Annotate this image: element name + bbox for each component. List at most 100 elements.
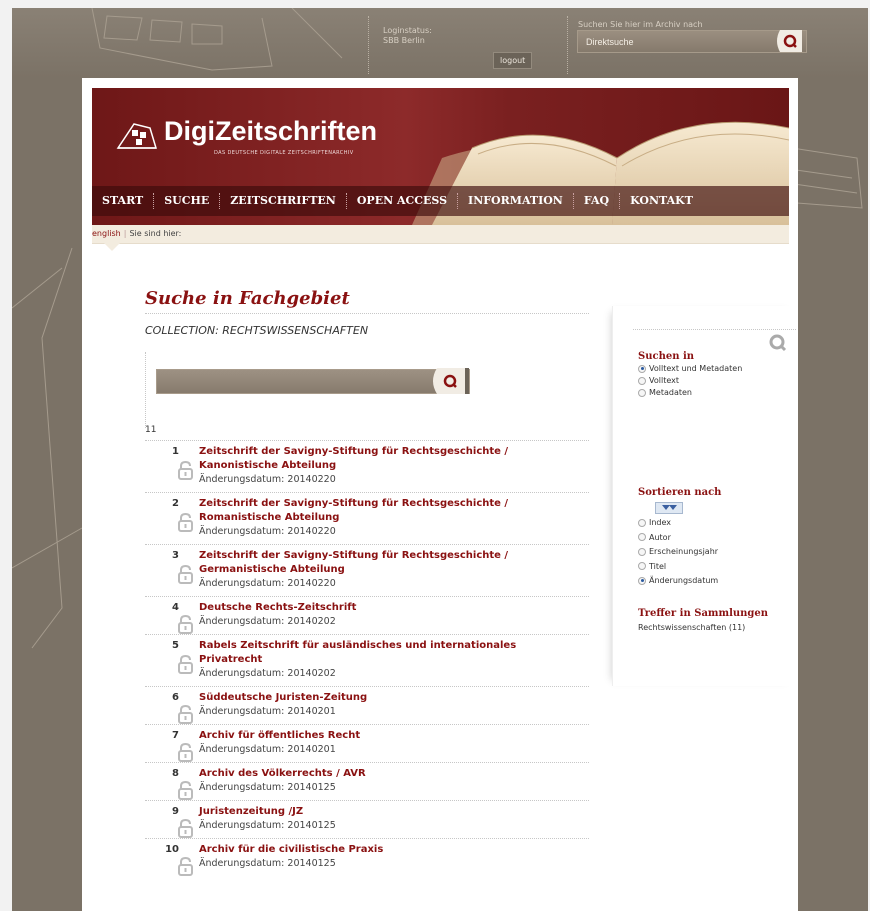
radio-button[interactable] (638, 388, 646, 397)
breadcrumb: english | Sie sind hier: (92, 225, 789, 244)
direct-search-input[interactable] (584, 34, 758, 50)
login-user: SBB Berlin (383, 36, 425, 45)
result-number: 7 (172, 730, 179, 741)
login-status: Loginstatus: SBB Berlin logout (368, 16, 568, 74)
result-title-link[interactable]: Süddeutsche Juristen-Zeitung (199, 691, 579, 705)
open-lock-icon (178, 513, 193, 532)
language-switch-link[interactable]: english (92, 229, 121, 238)
result-title-link[interactable]: Zeitschrift der Savigny-Stiftung für Rec… (199, 549, 579, 577)
search-in-heading: Suchen in (638, 351, 695, 362)
search-icon[interactable] (774, 28, 802, 54)
search-icon (769, 334, 787, 352)
radio-button[interactable] (638, 547, 646, 556)
page-background: Loginstatus: SBB Berlin logout Suchen Si… (12, 8, 868, 911)
open-lock-icon (178, 819, 193, 838)
result-title-link[interactable]: Archiv für öffentliches Recht (199, 729, 579, 743)
result-date: Änderungsdatum: 20140220 (199, 526, 336, 537)
title-divider (145, 313, 589, 314)
search-in-option-label: Volltext und Metadaten (649, 364, 743, 373)
nav-kontakt[interactable]: KONTAKT (620, 193, 703, 209)
result-title-link[interactable]: Archiv des Völkerrechts / AVR (199, 767, 579, 781)
radio-button[interactable] (638, 364, 646, 373)
radio-button[interactable] (638, 376, 646, 385)
logo-text: DigiZeitschriften (164, 116, 378, 146)
sort-option[interactable]: Index (638, 518, 671, 527)
radio-button[interactable] (638, 518, 646, 527)
result-number: 2 (172, 498, 179, 509)
sort-option[interactable]: Titel (638, 562, 666, 571)
open-lock-icon (178, 705, 193, 724)
result-date: Änderungsdatum: 20140125 (199, 782, 336, 793)
nav-information[interactable]: INFORMATION (458, 193, 574, 209)
date-label: Änderungsdatum: (199, 744, 285, 755)
open-lock-icon (178, 461, 193, 480)
result-title-link[interactable]: Deutsche Rechts-Zeitschrift (199, 601, 579, 615)
date-value: 20140220 (287, 526, 336, 537)
date-label: Änderungsdatum: (199, 858, 285, 869)
open-lock-icon (178, 655, 193, 674)
list-item: 5 Rabels Zeitschrift für ausländisches un… (145, 634, 589, 686)
result-date: Änderungsdatum: 20140201 (199, 744, 336, 755)
sort-option[interactable]: Autor (638, 533, 671, 542)
radio-button[interactable] (638, 533, 646, 541)
sort-heading: Sortieren nach (638, 487, 722, 498)
result-date: Änderungsdatum: 20140125 (199, 858, 336, 869)
nav-suche[interactable]: SUCHE (154, 193, 221, 209)
sort-option[interactable]: Änderungsdatum (638, 576, 718, 585)
logout-button[interactable]: logout (493, 52, 533, 69)
login-status-label: Loginstatus: (383, 26, 432, 35)
date-value: 20140125 (287, 858, 336, 869)
date-label: Änderungsdatum: (199, 616, 285, 627)
result-count: 11 (145, 425, 157, 435)
sort-option[interactable]: Erscheinungsjahr (638, 547, 718, 556)
list-item: 10 Archiv für die civilistische Praxis Änd… (145, 838, 589, 876)
nav-faq[interactable]: FAQ (574, 193, 621, 209)
search-in-option[interactable]: Metadaten (638, 388, 692, 397)
date-value: 20140125 (287, 820, 336, 831)
result-date: Änderungsdatum: 20140202 (199, 616, 336, 627)
nav-open-access[interactable]: OPEN ACCESS (347, 193, 459, 209)
nav-zeitschriften[interactable]: ZEITSCHRIFTEN (220, 193, 347, 209)
archive-search-box (577, 30, 807, 53)
open-lock-icon (178, 743, 193, 762)
result-number: 4 (172, 602, 179, 613)
radio-button[interactable] (638, 562, 646, 570)
radio-button[interactable] (638, 576, 646, 585)
result-date: Änderungsdatum: 20140125 (199, 820, 336, 831)
result-title-link[interactable]: Zeitschrift der Savigny-Stiftung für Rec… (199, 497, 579, 525)
date-value: 20140125 (287, 782, 336, 793)
date-value: 20140220 (287, 474, 336, 485)
open-lock-icon (178, 615, 193, 634)
search-box-line (145, 352, 146, 428)
result-title-link[interactable]: Juristenzeitung /JZ (199, 805, 579, 819)
search-icon[interactable] (427, 366, 471, 396)
date-value: 20140202 (287, 668, 336, 679)
date-label: Änderungsdatum: (199, 578, 285, 589)
sort-direction-button[interactable] (655, 502, 683, 514)
date-value: 20140201 (287, 706, 336, 717)
result-number: 6 (172, 692, 179, 703)
sort-option-label: Änderungsdatum (649, 576, 719, 585)
hits-collection-link[interactable]: Rechtswissenschaften (11) (638, 623, 745, 632)
date-label: Änderungsdatum: (199, 668, 285, 679)
hits-heading: Treffer in Sammlungen (638, 608, 769, 619)
result-title-link[interactable]: Archiv für die civilistische Praxis (199, 843, 579, 857)
result-title-link[interactable]: Zeitschrift der Savigny-Stiftung für Rec… (199, 445, 579, 473)
date-value: 20140220 (287, 578, 336, 589)
search-in-option[interactable]: Volltext und Metadaten (638, 364, 742, 373)
date-label: Änderungsdatum: (199, 526, 285, 537)
breadcrumb-pointer (104, 243, 120, 251)
sort-option-label: Titel (649, 561, 667, 571)
open-lock-icon (178, 857, 193, 876)
search-in-option[interactable]: Volltext (638, 376, 679, 385)
breadcrumb-label: Sie sind hier: (129, 229, 182, 238)
result-number: 1 (172, 446, 179, 457)
content-page: DigiZeitschriften DAS DEUTSCHE DIGITALE … (82, 78, 798, 911)
result-number: 3 (172, 550, 179, 561)
result-title-link[interactable]: Rabels Zeitschrift für ausländisches und… (199, 639, 579, 667)
logo-icon (116, 123, 158, 149)
list-item: 4 Deutsche Rechts-Zeitschrift Änderungsdat… (145, 596, 589, 634)
nav-start[interactable]: START (92, 193, 155, 209)
collection-search-input[interactable] (163, 374, 417, 390)
list-item: 7 Archiv für öffentliches Recht Änderungsd… (145, 724, 589, 762)
